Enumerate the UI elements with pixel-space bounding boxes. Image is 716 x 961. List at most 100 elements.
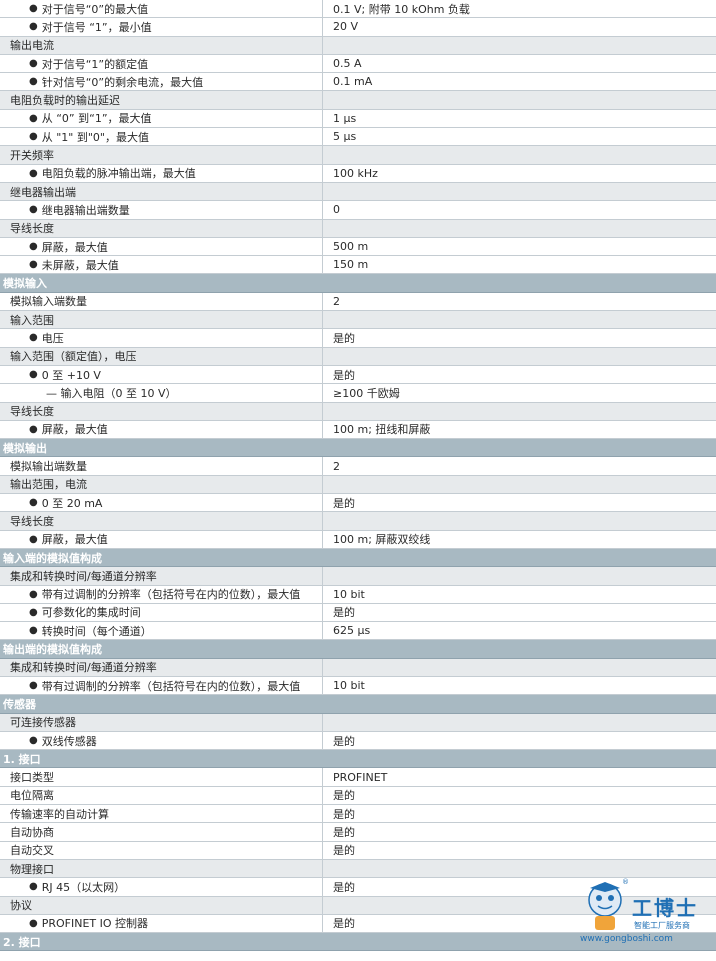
column-divider — [322, 219, 323, 237]
row-label: 物理接口 — [10, 862, 54, 876]
row-label-cell: ● 屏蔽，最大值 — [0, 531, 351, 548]
row-value: 是的 — [333, 844, 355, 858]
row-label: 集成和转换时间/每通道分辨率 — [10, 569, 157, 583]
bullet-icon: ● — [29, 735, 38, 747]
row-value: 是的 — [333, 880, 355, 894]
bullet-icon: ● — [29, 167, 38, 179]
row-label-cell: 输入范围（额定值），电压 — [0, 348, 332, 365]
row-label-cell: ● 对于信号“1”的额定值 — [0, 55, 351, 72]
row-label: 对于信号“0”的最大值 — [41, 2, 149, 16]
row-label-cell: 输入范围 — [0, 311, 332, 328]
row-label-cell: 模拟输出端数量 — [0, 457, 332, 474]
bullet-icon: ● — [29, 204, 38, 216]
row-label: 电位隔离 — [10, 789, 54, 803]
row-value: 是的 — [333, 331, 355, 345]
table-row: — 输入电阻（0 至 10 V） ≥100 千欧姆 — [0, 384, 716, 403]
table-row: ● PROFINET IO 控制器 是的 — [0, 914, 716, 934]
row-label-cell: 电阻负载时的输出延迟 — [0, 91, 332, 108]
table-row: ● 未屏蔽，最大值 150 m — [0, 256, 716, 275]
row-label-cell: ● 针对信号“0”的剩余电流，最大值 — [0, 73, 351, 90]
group-header: 电阻负载时的输出延迟 — [0, 91, 716, 110]
row-label-cell: 导线长度 — [0, 512, 332, 529]
column-divider — [322, 896, 323, 914]
table-row: ● 针对信号“0”的剩余电流，最大值 0.1 mA — [0, 73, 716, 92]
row-label: 可参数化的集成时间 — [41, 606, 141, 620]
row-label-cell: ● 屏蔽，最大值 — [0, 421, 351, 438]
group-header: 输出范围，电流 — [0, 475, 716, 495]
table-row: ● 从 "1" 到"0"，最大值 5 μs — [0, 128, 716, 147]
row-label-cell: 物理接口 — [0, 860, 332, 877]
column-divider — [322, 475, 323, 494]
row-label: 屏蔽，最大值 — [41, 533, 108, 547]
row-label: 继电器输出端 — [10, 185, 76, 199]
row-value: 0.5 A — [333, 57, 362, 71]
row-label: 模拟输出 — [3, 441, 47, 455]
row-label: 电阻负载时的输出延迟 — [10, 94, 120, 108]
section-header: 模拟输出 — [0, 439, 716, 458]
column-divider — [322, 182, 323, 201]
row-label: 从 "1" 到"0"，最大值 — [41, 130, 149, 144]
row-label-cell: 开关频率 — [0, 146, 332, 163]
row-value: 0.1 V; 附带 10 kOhm 负载 — [333, 2, 470, 16]
row-value: 是的 — [333, 826, 355, 839]
row-value: 是的 — [333, 917, 355, 931]
bullet-icon: ● — [29, 423, 38, 435]
row-label: 屏蔽，最大值 — [41, 423, 108, 437]
group-header: 可连接传感器 — [0, 713, 716, 732]
table-row: ● 对于信号 “1”，最小值 20 V — [0, 18, 716, 37]
group-header: 导线长度 — [0, 402, 716, 421]
column-divider — [322, 91, 323, 109]
column-divider — [322, 658, 323, 676]
row-label: 模拟输出端数量 — [10, 460, 87, 474]
row-label-cell: 输入端的模拟值构成 — [0, 549, 325, 566]
row-value: 2 — [333, 294, 340, 308]
table-row: ● 带有过调制的分辨率（包括符号在内的位数），最大值 10 bit — [0, 676, 716, 696]
row-label: 导线长度 — [10, 514, 54, 528]
column-divider — [322, 402, 323, 420]
row-label-cell: 模拟输出 — [0, 439, 325, 456]
group-header: 集成和转换时间/每通道分辨率 — [0, 567, 716, 586]
row-label: 屏蔽，最大值 — [41, 240, 108, 254]
row-label: 模拟输入 — [3, 277, 47, 291]
group-header: 导线长度 — [0, 512, 716, 531]
table-row: 自动协商 是的 — [0, 823, 716, 842]
row-value: ≥100 千欧姆 — [333, 386, 400, 400]
row-label: PROFINET IO 控制器 — [41, 917, 149, 931]
table-row: 接口类型 PROFINET — [0, 768, 716, 787]
table-row: ● 转换时间（每个通道） 625 μs — [0, 622, 716, 641]
row-label-cell: ● 带有过调制的分辨率（包括符号在内的位数），最大值 — [0, 586, 351, 603]
spec-table: ● 对于信号“0”的最大值 0.1 V; 附带 10 kOhm 负载 ● 对于信号 “1… — [0, 0, 716, 952]
row-label: 继电器输出端数量 — [41, 203, 130, 217]
row-value: 是的 — [333, 734, 355, 748]
row-value: 1 μs — [333, 111, 357, 125]
table-row: ● 从 “0” 到“1”，最大值 1 μs — [0, 109, 716, 129]
row-label: 开关频率 — [10, 149, 54, 163]
column-divider — [322, 36, 323, 54]
row-label-cell: 集成和转换时间/每通道分辨率 — [0, 659, 332, 676]
column-divider — [322, 311, 323, 329]
group-header: 开关频率 — [0, 146, 716, 165]
table-row: ● 电阻负载的脉冲输出端，最大值 100 kHz — [0, 164, 716, 183]
section-header: 输入端的模拟值构成 — [0, 548, 716, 568]
table-row: 模拟输入端数量 2 — [0, 292, 716, 312]
row-label: 从 “0” 到“1”，最大值 — [41, 112, 152, 126]
row-label-cell: ● 转换时间（每个通道） — [0, 622, 351, 639]
row-label-cell: 继电器输出端 — [0, 183, 332, 200]
row-label-cell: ● 未屏蔽，最大值 — [0, 256, 351, 273]
row-value: 500 m — [333, 240, 369, 253]
row-value: 20 V — [333, 20, 359, 34]
row-value: 100 kHz — [333, 166, 378, 180]
row-label-cell: 传输速率的自动计算 — [0, 805, 332, 822]
row-label-cell: ● 电阻负载的脉冲输出端，最大值 — [0, 165, 351, 182]
row-value: 是的 — [333, 368, 355, 382]
row-value: 是的 — [333, 807, 355, 821]
row-label-cell: 导线长度 — [0, 403, 332, 420]
column-divider — [322, 146, 323, 164]
row-value: 150 m — [333, 258, 369, 272]
row-label: 0 至 20 mA — [41, 496, 103, 510]
row-label: RJ 45（以太网） — [41, 880, 126, 894]
bullet-icon: ● — [29, 881, 38, 893]
group-header: 继电器输出端 — [0, 182, 716, 202]
row-label: 带有过调制的分辨率（包括符号在内的位数），最大值 — [41, 588, 301, 602]
row-label-cell: ● PROFINET IO 控制器 — [0, 915, 351, 932]
